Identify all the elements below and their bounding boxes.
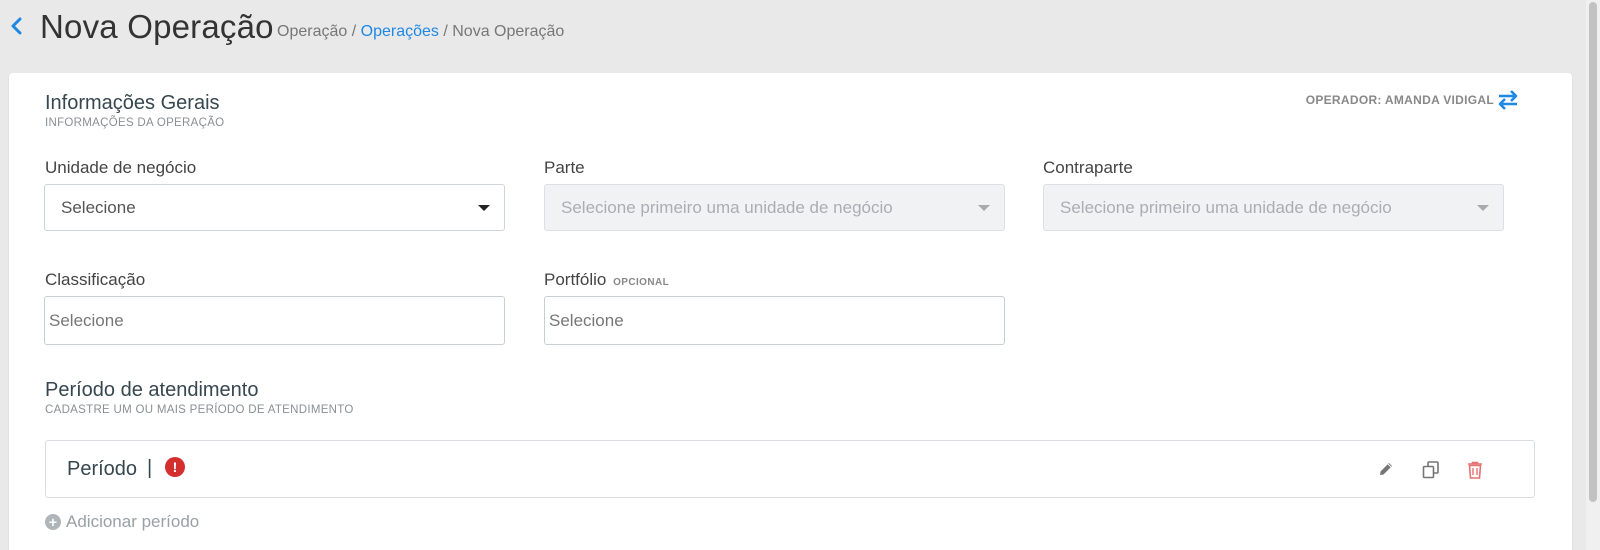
trash-icon [1468,461,1482,479]
breadcrumb-link-operacoes[interactable]: Operações [361,23,439,40]
party-select[interactable]: Selecione primeiro uma unidade de negóci… [544,184,1005,231]
counterparty-select[interactable]: Selecione primeiro uma unidade de negóci… [1043,184,1504,231]
business-unit-value: Selecione [61,197,136,217]
add-period-button[interactable]: + Adicionar período [45,512,199,532]
page-title: Nova Operação [40,8,274,45]
portfolio-label-text: Portfólio [544,270,607,289]
party-value: Selecione primeiro uma unidade de negóci… [561,197,893,217]
edit-period-button[interactable] [1377,460,1397,480]
portfolio-label: Portfólio OPCIONAL [544,270,669,290]
party-label: Parte [544,158,585,177]
period-item: Período | ! [45,440,1535,498]
caret-down-icon [478,205,490,211]
page-header: Nova Operação Operação / Operações / Nov… [0,0,1580,64]
period-label: Período [67,458,138,480]
delete-period-button[interactable] [1466,460,1486,480]
period-separator: | [147,457,153,479]
operation-form-card: Informações Gerais INFORMAÇÕES DA OPERAÇ… [9,73,1572,550]
classification-input[interactable] [44,296,505,345]
caret-down-icon [978,205,990,211]
service-period-title: Período de atendimento [45,379,259,401]
chevron-left-icon [11,17,22,35]
alert-icon: ! [165,457,185,477]
copy-icon [1422,461,1439,479]
duplicate-period-button[interactable] [1421,460,1441,480]
optional-tag: OPCIONAL [613,277,670,288]
swap-arrows-icon [1498,90,1518,110]
breadcrumb-separator: / [443,23,448,40]
service-period-subtitle: CADASTRE UM OU MAIS PERÍODO DE ATENDIMEN… [45,404,354,416]
general-info-title: Informações Gerais [45,92,220,114]
pencil-icon [1380,463,1392,475]
counterparty-value: Selecione primeiro uma unidade de negóci… [1060,197,1392,217]
portfolio-input[interactable] [544,296,1005,345]
breadcrumb-separator: / [351,23,357,40]
breadcrumb-root: Operação [277,23,348,40]
breadcrumb-current: Nova Operação [452,23,565,40]
plus-circle-icon: + [45,514,61,530]
back-button[interactable] [6,14,26,38]
switch-operator-button[interactable] [1496,89,1520,111]
business-unit-select[interactable]: Selecione [44,184,505,231]
general-info-subtitle: INFORMAÇÕES DA OPERAÇÃO [45,117,225,129]
counterparty-label: Contraparte [1043,158,1133,177]
operator-label: OPERADOR: AMANDA VIDIGAL [1305,93,1494,107]
classification-label: Classificação [45,270,146,289]
scrollbar-thumb[interactable] [1589,2,1597,502]
page-scrollbar[interactable] [1586,0,1600,550]
caret-down-icon [1477,205,1489,211]
add-period-label: Adicionar período [66,512,200,531]
breadcrumb: Operação / Operações / Nova Operação [277,23,564,41]
business-unit-label: Unidade de negócio [45,158,197,177]
